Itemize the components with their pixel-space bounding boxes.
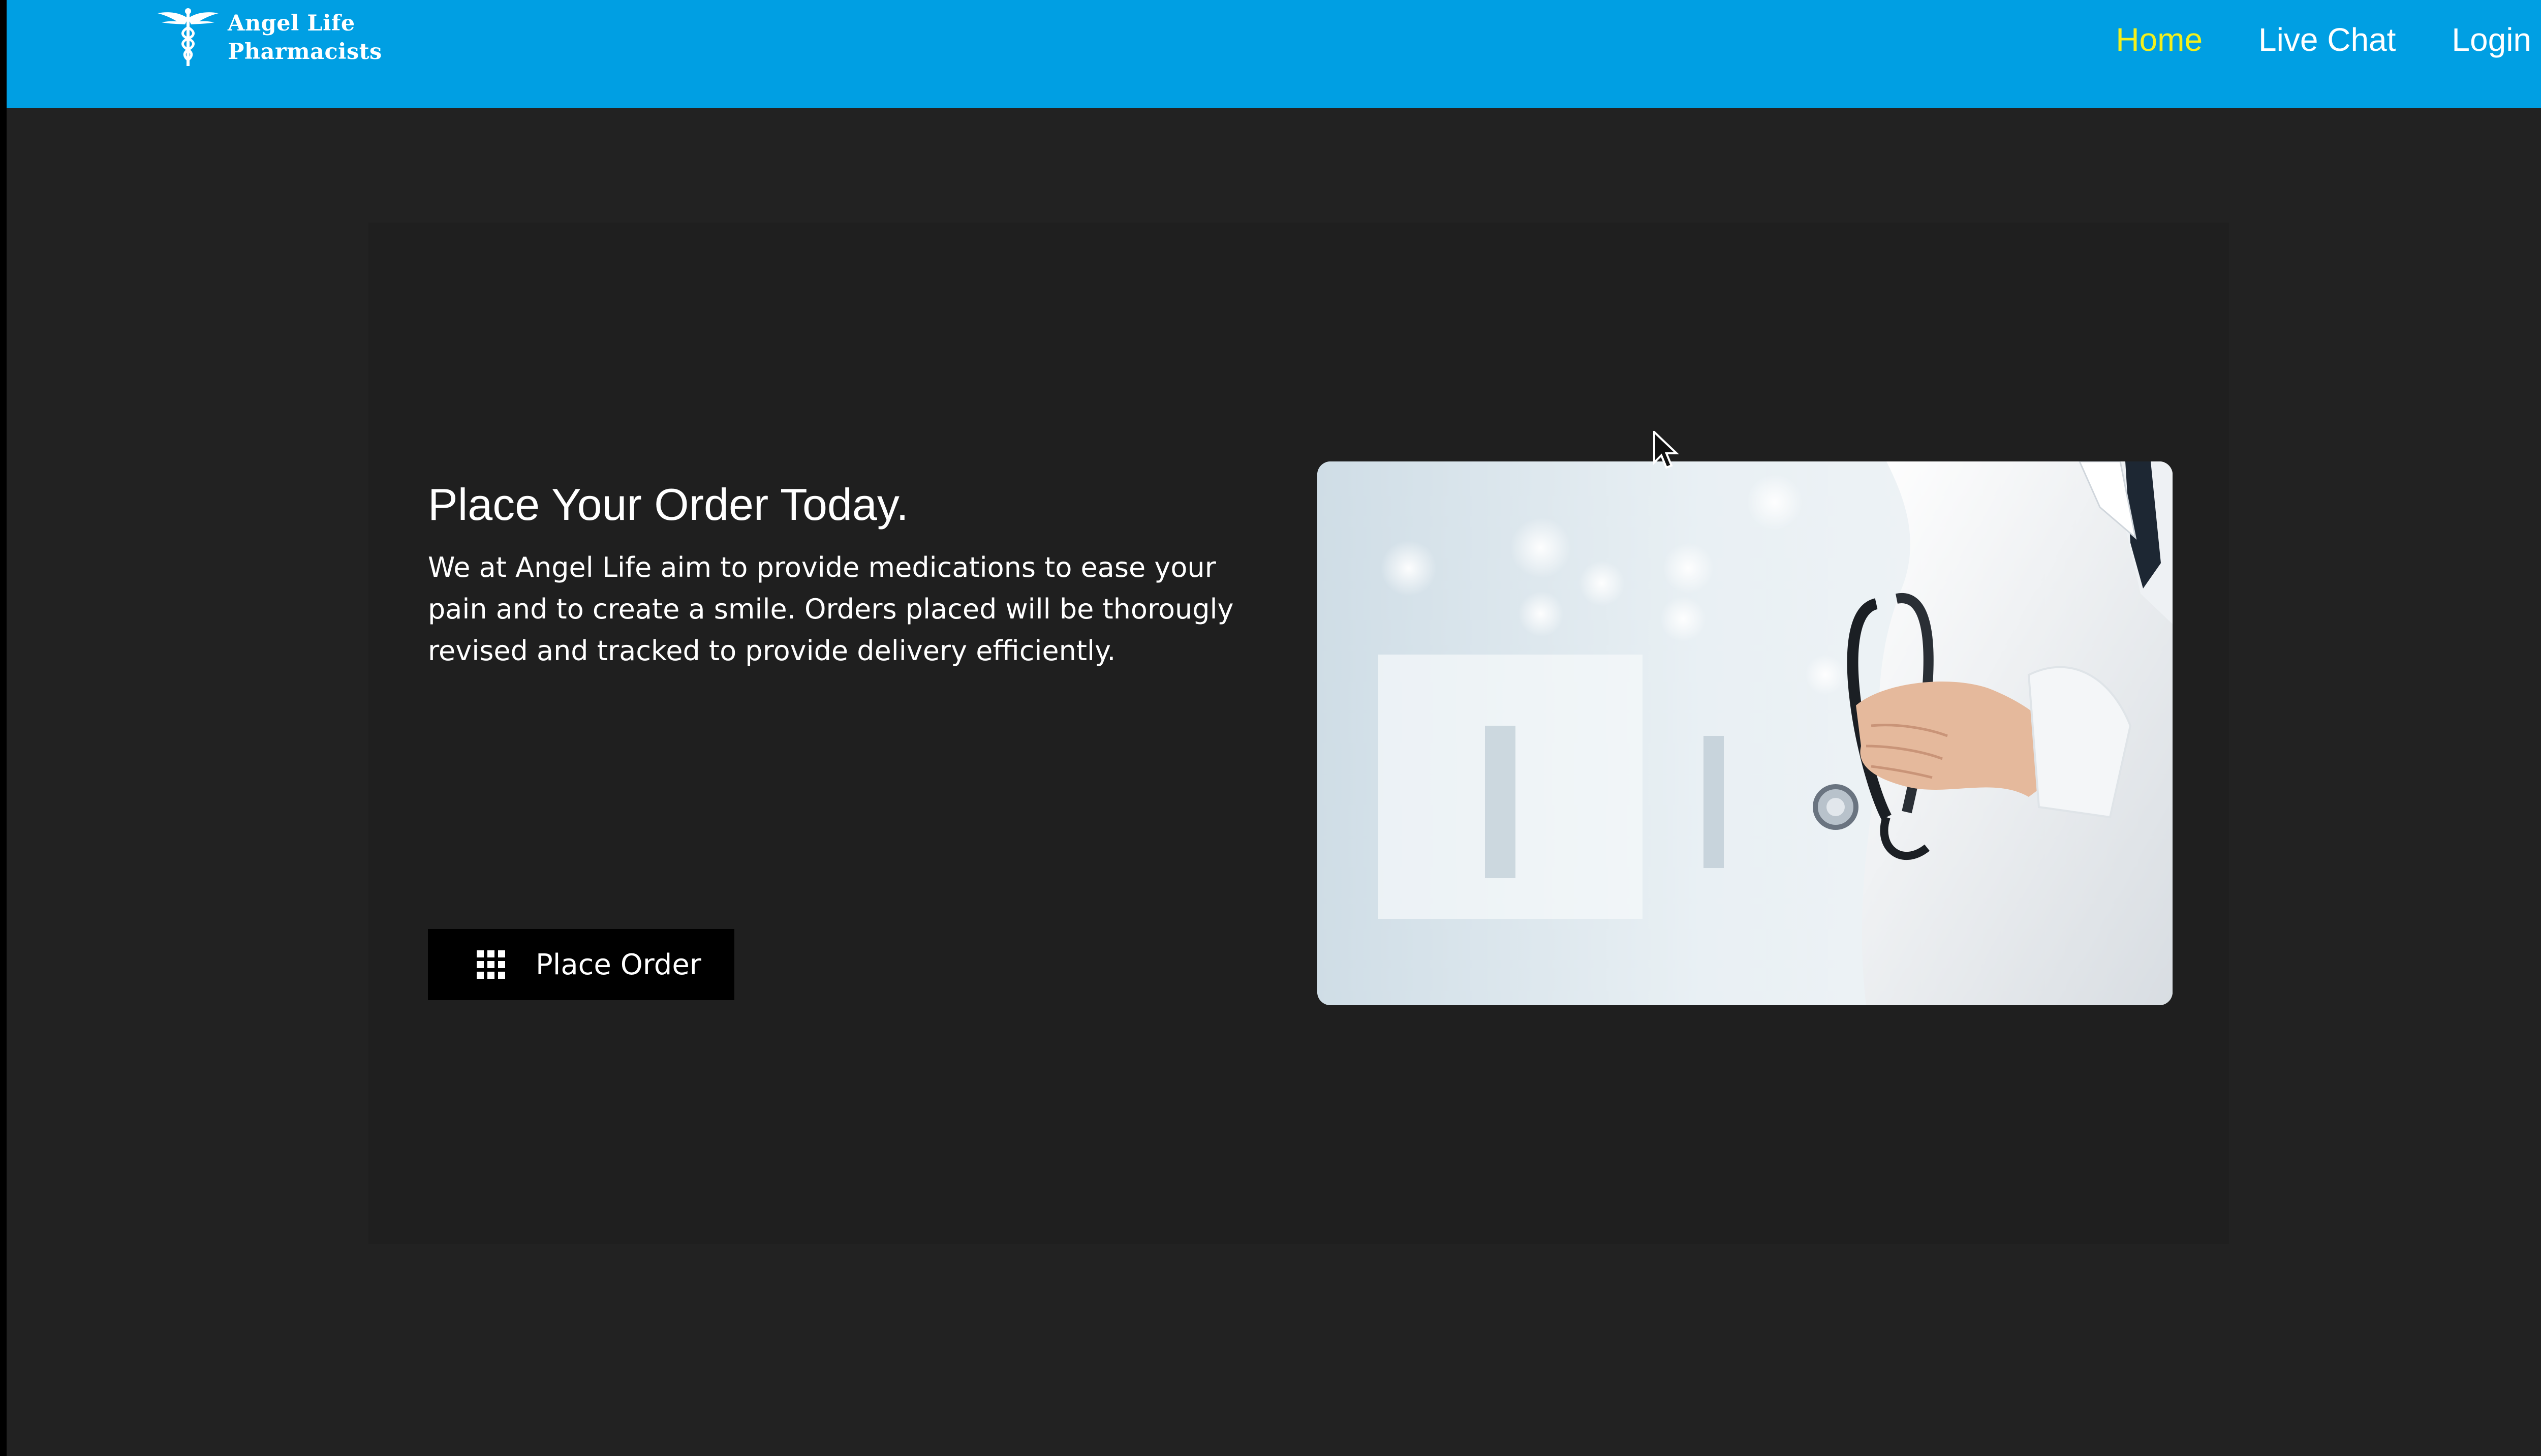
nav-link-home[interactable]: Home [2116, 21, 2203, 58]
caduceus-icon [158, 8, 219, 66]
nav-link-live-chat[interactable]: Live Chat [2258, 21, 2396, 58]
nav-link-login[interactable]: Login [2452, 21, 2531, 58]
doctor-with-stethoscope-image [1317, 461, 2173, 1005]
hero-title: Place Your Order Today. [428, 479, 909, 530]
navbar: Angel Life Pharmacists Home Live Chat Lo… [7, 0, 2541, 108]
grid-icon [477, 950, 505, 979]
place-order-button[interactable]: Place Order [428, 929, 734, 1000]
brand-name-line2: Pharmacists [228, 39, 382, 65]
brand-name: Angel Life Pharmacists [228, 9, 382, 66]
hero-description: We at Angel Life aim to provide medicati… [428, 551, 1234, 667]
hero-text-block: Place Your Order Today. We at Angel Life… [428, 477, 1261, 1000]
doctor-illustration [1317, 461, 2173, 1005]
place-order-label: Place Order [536, 948, 701, 981]
hero-card: Place Your Order Today. We at Angel Life… [368, 223, 2229, 1244]
main-nav: Home Live Chat Login [2060, 14, 2531, 65]
page: Angel Life Pharmacists Home Live Chat Lo… [7, 0, 2541, 1456]
brand-name-line1: Angel Life [228, 11, 355, 36]
mouse-pointer-icon [1653, 431, 1679, 469]
brand-logo-link[interactable]: Angel Life Pharmacists [157, 7, 382, 68]
